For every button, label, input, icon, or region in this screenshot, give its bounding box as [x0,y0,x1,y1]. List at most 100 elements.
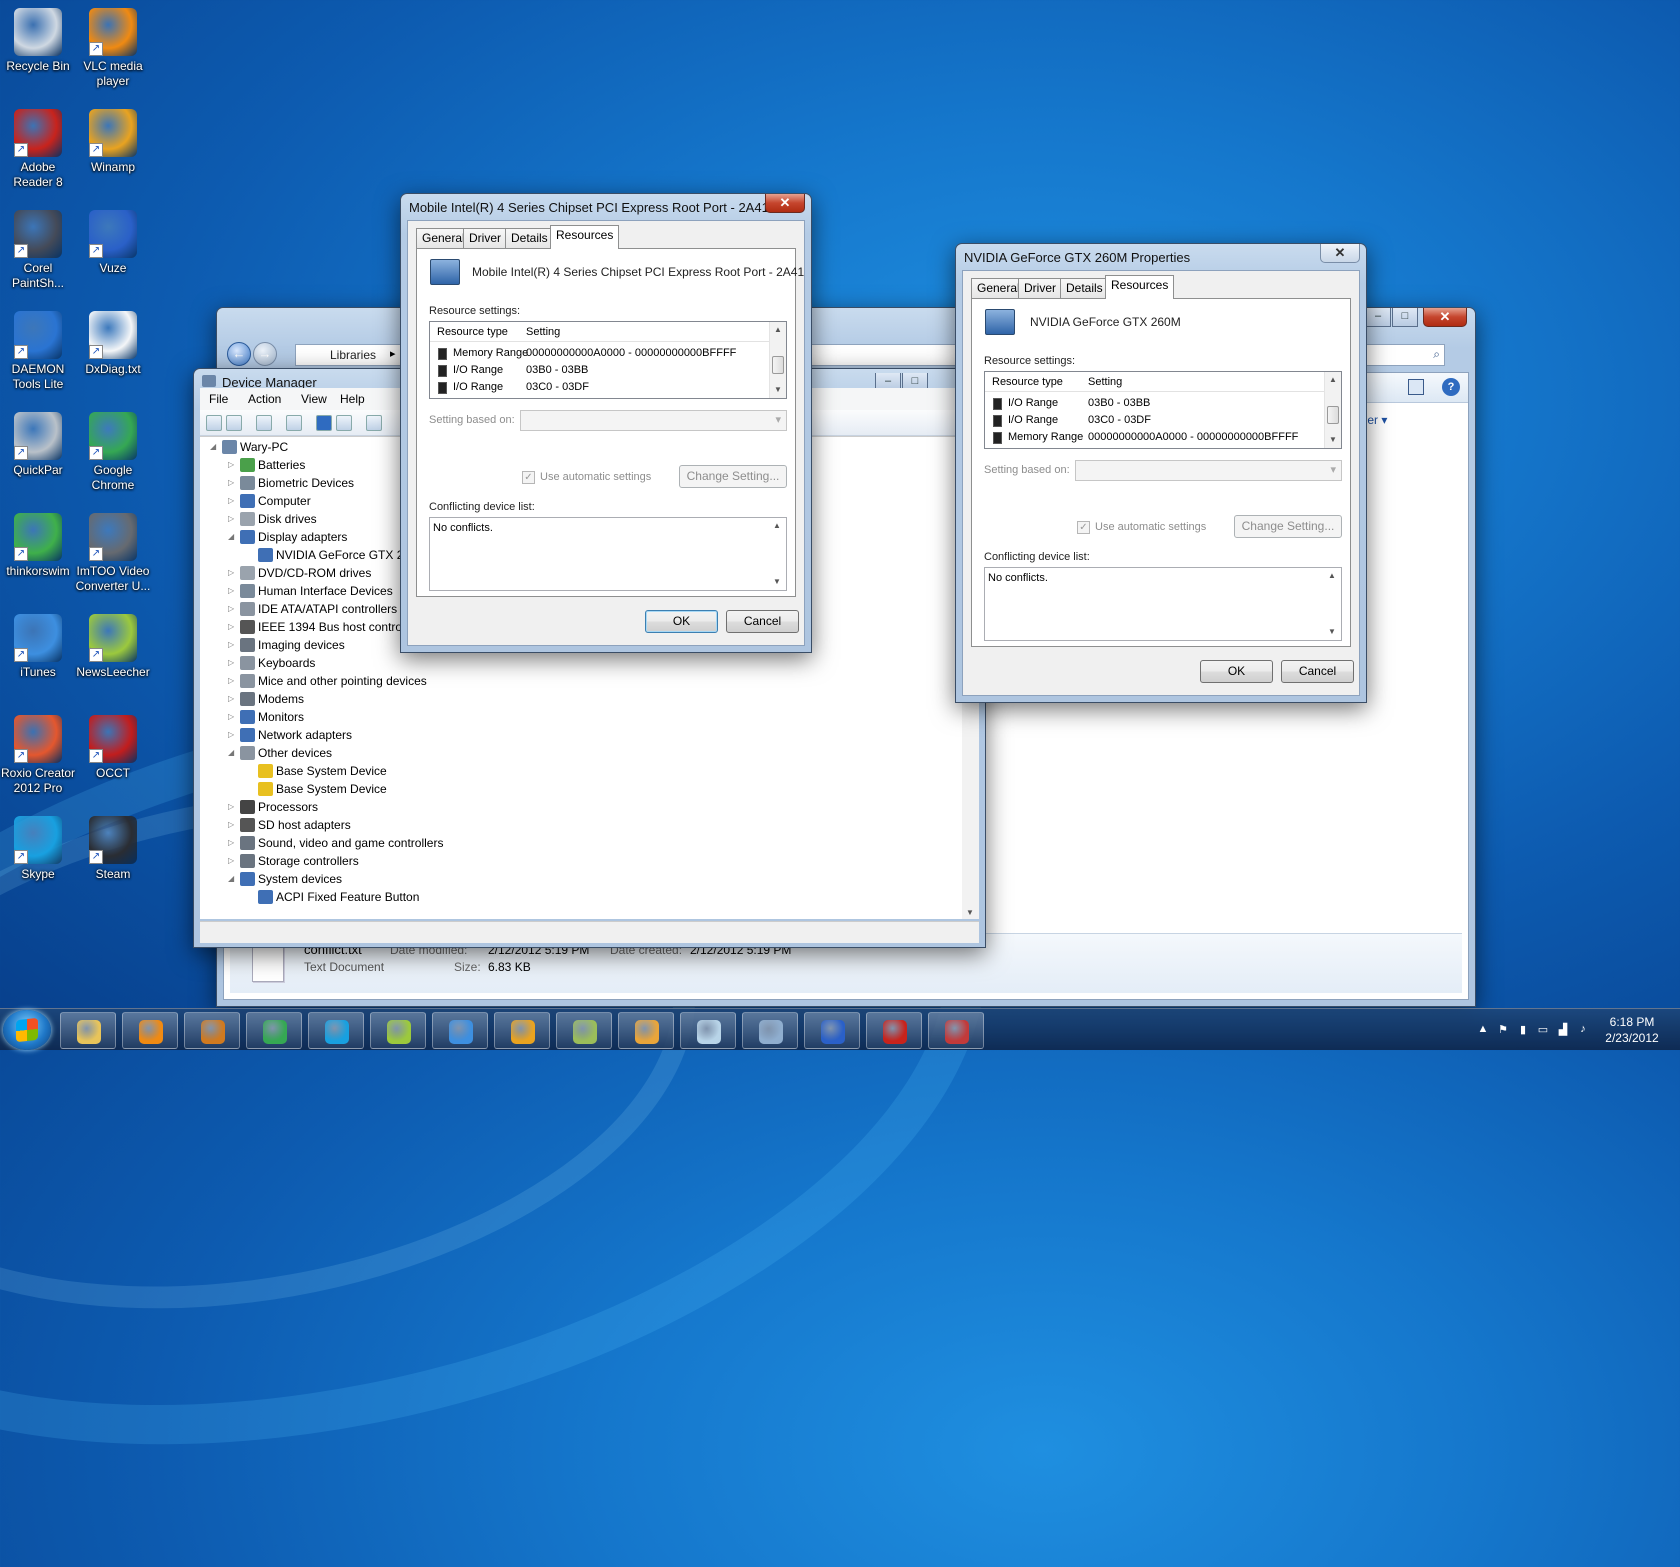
resource-settings-list[interactable]: Resource type Setting Memory Range 000000… [429,321,787,399]
scroll-down-icon[interactable]: ▼ [966,908,974,917]
breadcrumb[interactable]: Libraries [330,348,376,362]
desktop-icon[interactable]: ↗ Roxio Creator 2012 Pro [0,715,76,796]
desktop-icon[interactable]: ↗ thinkorswim [0,513,76,579]
maximize-button[interactable]: □ [1392,308,1418,327]
desktop-icon[interactable]: ↗ Skype [0,816,76,882]
help-icon[interactable]: ? [1442,378,1460,396]
list-item[interactable]: Memory Range 00000000000A0000 - 000000000… [432,346,769,362]
tab-resources[interactable]: Resources [1105,275,1175,299]
network-icon[interactable]: ▟ [1556,1023,1570,1037]
scroll-up-icon[interactable]: ▲ [769,518,785,534]
search-icon[interactable]: ⌕ [1433,347,1440,362]
collapse-icon[interactable]: ◢ [228,529,238,545]
expand-icon[interactable]: ▷ [228,493,238,509]
list-scrollbar[interactable]: ▲ ▼ [1324,568,1341,640]
show-hide-icon[interactable] [336,415,352,431]
start-button[interactable] [3,1010,51,1050]
use-automatic-settings-checkbox[interactable]: ✓ [1077,521,1090,534]
expand-icon[interactable]: ▷ [228,709,238,725]
list-item[interactable]: I/O Range 03C0 - 03DF [987,413,1324,429]
setting-based-on-select[interactable] [520,410,787,431]
list-scrollbar[interactable]: ▲ ▼ [1324,372,1341,448]
close-button[interactable]: ✕ [1423,308,1467,327]
desktop-icon[interactable]: ↗ Vuze [75,210,151,276]
desktop-icon[interactable]: ↗ OCCT [75,715,151,781]
expand-icon[interactable]: ▷ [228,565,238,581]
minimize-button[interactable]: – [1365,308,1391,327]
usb-icon[interactable]: ▮ [1516,1023,1530,1037]
expand-icon[interactable]: ▷ [228,853,238,869]
scroll-down-icon[interactable]: ▼ [1325,432,1341,448]
scroll-down-icon[interactable]: ▼ [1324,624,1340,640]
scroll-down-icon[interactable]: ▼ [769,574,785,590]
expand-icon[interactable]: ▷ [228,619,238,635]
expand-icon[interactable]: ▷ [228,457,238,473]
menu-view[interactable]: View [301,392,327,406]
back-icon[interactable]: ← [227,342,251,366]
change-setting-button[interactable]: Change Setting... [1234,515,1342,538]
clock[interactable]: 6:18 PM 2/23/2012 [1592,1014,1672,1046]
desktop-icon[interactable]: ↗ DxDiag.txt [75,311,151,377]
resource-settings-list[interactable]: Resource type Setting I/O Range 03B0 - 03… [984,371,1342,449]
list-scrollbar[interactable]: ▲ ▼ [769,518,786,590]
battery-icon[interactable]: ▭ [1536,1023,1550,1037]
expand-icon[interactable]: ▷ [228,655,238,671]
desktop-icon[interactable]: ↗ DAEMON Tools Lite [0,311,76,392]
newsleecher-taskbar-button[interactable] [370,1012,426,1049]
nvidia-properties-dialog[interactable]: NVIDIA GeForce GTX 260M Properties ✕ Gen… [955,243,1367,703]
close-button[interactable]: ✕ [1320,244,1360,263]
volume-icon[interactable]: ♪ [1576,1023,1590,1037]
toolbox-taskbar-button[interactable] [928,1012,984,1049]
expand-icon[interactable]: ▷ [228,799,238,815]
menu-action[interactable]: Action [248,392,281,406]
desktop-icon[interactable]: ↗ ImTOO Video Converter U... [75,513,151,594]
expand-icon[interactable]: ▷ [228,475,238,491]
scroll-thumb[interactable] [772,356,784,374]
console-tree-icon[interactable] [256,415,272,431]
scroll-up-icon[interactable]: ▲ [1324,568,1340,584]
expand-icon[interactable]: ▷ [228,673,238,689]
ok-button[interactable]: OK [1200,660,1273,683]
list-item[interactable]: I/O Range 03B0 - 03BB [987,396,1324,412]
list-item[interactable]: I/O Range 03C0 - 03DF [432,380,769,396]
notepad-taskbar-button[interactable] [556,1012,612,1049]
column-setting[interactable]: Setting [526,326,560,338]
list-item[interactable]: I/O Range 03B0 - 03BB [432,363,769,379]
scan-hardware-icon[interactable] [366,415,382,431]
tab-details[interactable]: Details [505,228,554,249]
desktop-icon[interactable]: ↗ NewsLeecher [75,614,151,680]
column-setting[interactable]: Setting [1088,376,1122,388]
conflicting-device-list[interactable]: No conflicts. ▲ ▼ [984,567,1342,641]
desktop-icon[interactable]: ↗ Adobe Reader 8 [0,109,76,190]
cancel-button[interactable]: Cancel [1281,660,1354,683]
close-button[interactable]: ✕ [765,194,805,213]
intel-properties-dialog[interactable]: Mobile Intel(R) 4 Series Chipset PCI Exp… [400,193,812,653]
scroll-down-icon[interactable]: ▼ [770,382,786,398]
properties-icon[interactable] [286,415,302,431]
expand-icon[interactable]: ▷ [228,511,238,527]
use-automatic-settings-checkbox[interactable]: ✓ [522,471,535,484]
desktop-icon[interactable]: ↗ iTunes [0,614,76,680]
menu-file[interactable]: File [209,392,228,406]
tab-details[interactable]: Details [1060,278,1109,299]
forward-icon[interactable]: → [253,342,277,366]
paper-taskbar-button[interactable] [680,1012,736,1049]
expand-icon[interactable]: ▷ [228,691,238,707]
list-item[interactable]: Memory Range 00000000000A0000 - 000000000… [987,430,1324,446]
expand-icon[interactable]: ▷ [228,583,238,599]
skype-taskbar-button[interactable] [308,1012,364,1049]
back-icon[interactable] [206,415,222,431]
preview-pane-icon[interactable] [1408,379,1424,395]
tab-resources[interactable]: Resources [550,225,620,249]
column-resource-type[interactable]: Resource type [992,376,1063,388]
help-icon[interactable] [316,415,332,431]
change-setting-button[interactable]: Change Setting... [679,465,787,488]
outlook-taskbar-button[interactable] [618,1012,674,1049]
forward-icon[interactable] [226,415,242,431]
scroll-up-icon[interactable]: ▲ [770,322,786,338]
desktop-icon[interactable]: Recycle Bin [0,8,76,74]
list-scrollbar[interactable]: ▲ ▼ [769,322,786,398]
desktop-icon[interactable]: ↗ Steam [75,816,151,882]
scroll-thumb[interactable] [1327,406,1339,424]
vlc-taskbar-button[interactable] [122,1012,178,1049]
